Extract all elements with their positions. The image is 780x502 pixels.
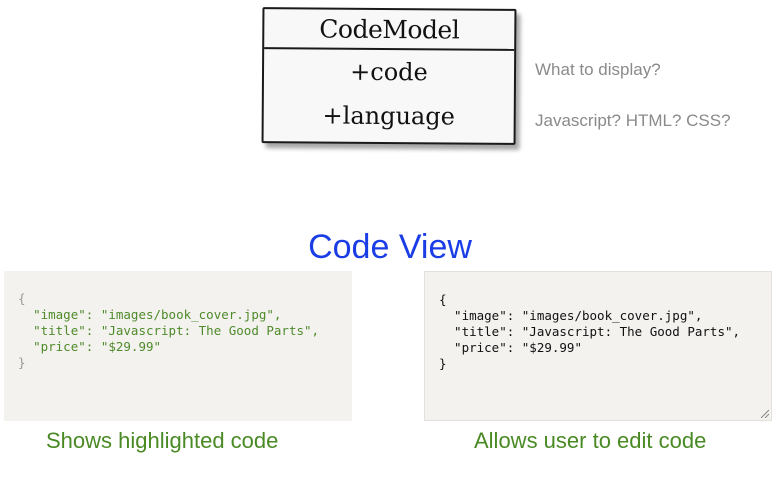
uml-class-header: CodeModel bbox=[264, 9, 515, 51]
highlighted-code-panel: { "image": "images/book_cover.jpg", "tit… bbox=[4, 271, 352, 421]
resize-grip-icon[interactable] bbox=[759, 408, 769, 418]
uml-attribute-list: +code +language bbox=[264, 49, 515, 141]
code-line-price: "price": "$29.99" bbox=[33, 339, 162, 354]
code-line-title: "title": "Javascript: The Good Parts", bbox=[33, 323, 320, 338]
code-editor-text[interactable]: { "image": "images/book_cover.jpg", "tit… bbox=[439, 292, 740, 371]
uml-class-box: CodeModel +code +language bbox=[261, 7, 517, 145]
code-line-image: "image": "images/book_cover.jpg", bbox=[33, 307, 282, 322]
highlighted-code-caption: Shows highlighted code bbox=[46, 428, 279, 453]
code-editor-textarea[interactable]: { "image": "images/book_cover.jpg", "tit… bbox=[424, 271, 772, 421]
code-view-title: Code View bbox=[308, 228, 472, 266]
uml-attribute-code: +code bbox=[350, 57, 428, 87]
language-note: Javascript? HTML? CSS? bbox=[535, 111, 731, 130]
uml-class-name: CodeModel bbox=[319, 14, 460, 44]
code-note: What to display? bbox=[535, 60, 661, 79]
code-close-brace: } bbox=[18, 355, 26, 370]
code-open-brace: { bbox=[18, 291, 26, 306]
uml-attribute-language: +language bbox=[322, 101, 455, 131]
edit-code-caption: Allows user to edit code bbox=[474, 428, 707, 453]
